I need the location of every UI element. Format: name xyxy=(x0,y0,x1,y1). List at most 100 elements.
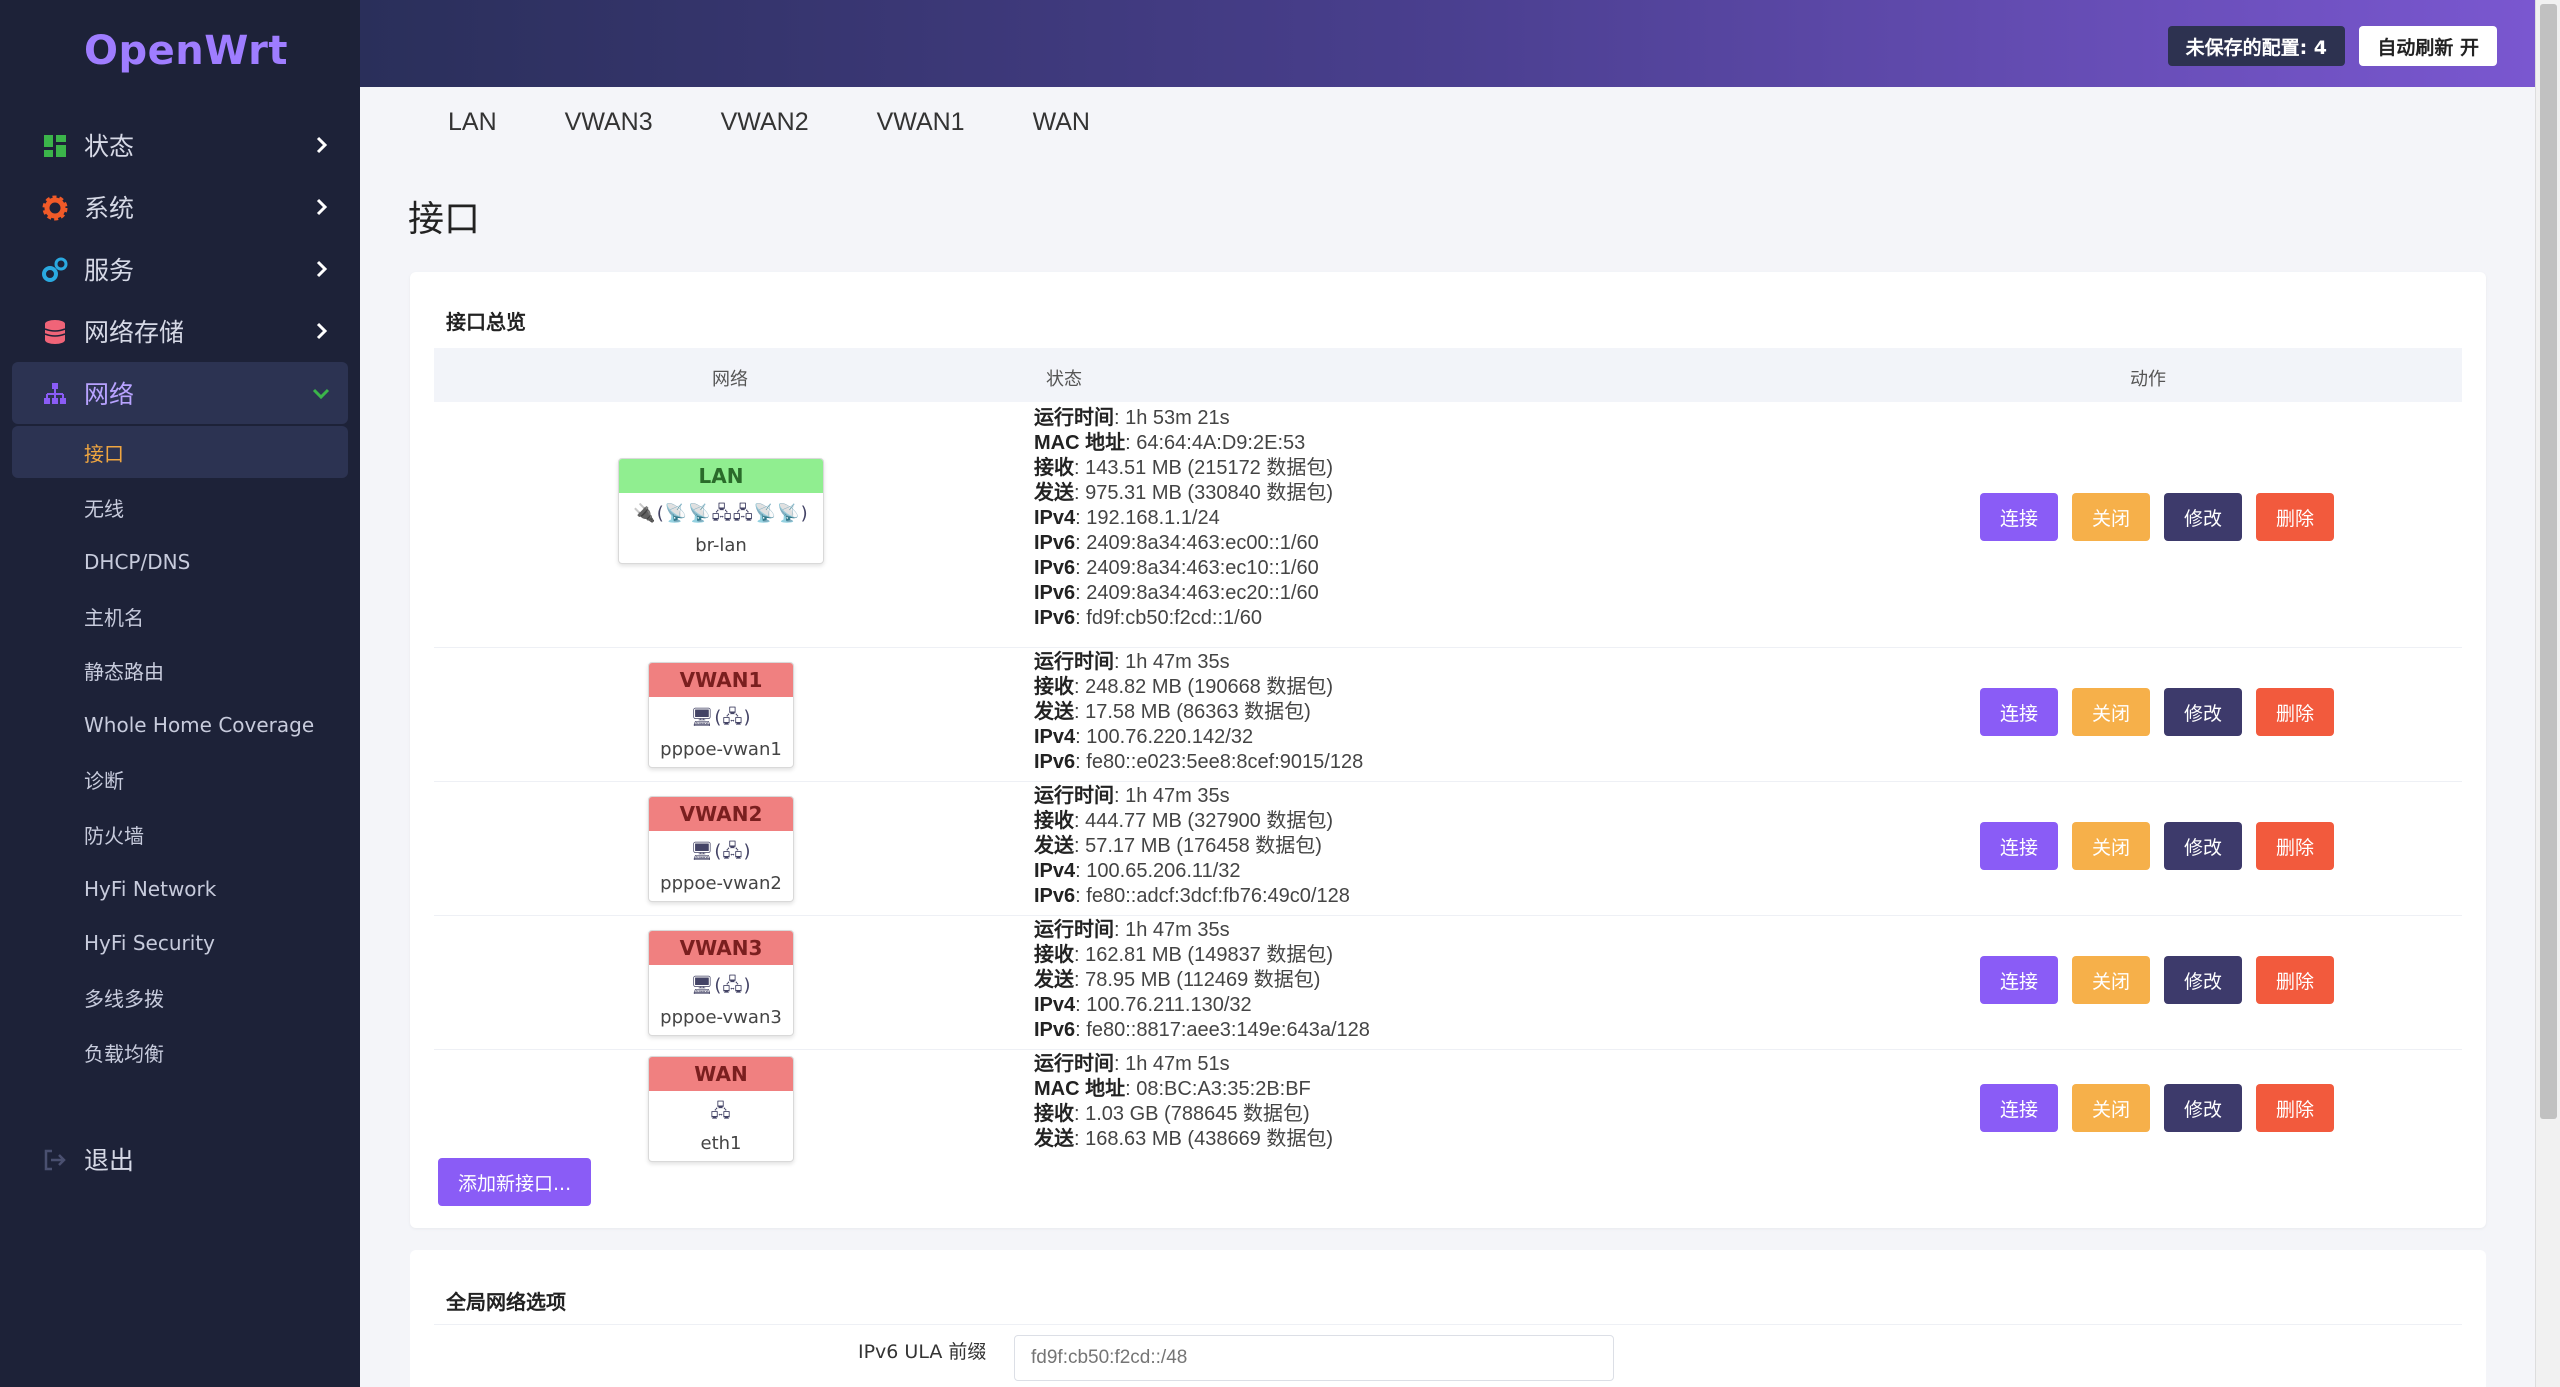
interface-device-icons: 🖥(🖧) xyxy=(690,975,752,996)
delete-button[interactable]: 删除 xyxy=(2256,493,2334,541)
auto-refresh-toggle[interactable]: 自动刷新 开 xyxy=(2359,26,2497,66)
divider xyxy=(434,1324,2462,1325)
edit-button[interactable]: 修改 xyxy=(2164,1084,2242,1132)
edit-button[interactable]: 修改 xyxy=(2164,956,2242,1004)
submenu-item-static-routes[interactable]: 静态路由 xyxy=(0,644,360,699)
sidebar-item-label: 网络存储 xyxy=(84,318,185,347)
chevron-right-icon xyxy=(316,260,328,278)
connect-button[interactable]: 连接 xyxy=(1980,493,2058,541)
ula-prefix-label: IPv6 ULA 前缀 xyxy=(858,1341,987,1363)
stop-button[interactable]: 关闭 xyxy=(2072,1084,2150,1132)
interface-device: eth1 xyxy=(700,1133,742,1154)
submenu-item-hyfi-network[interactable]: HyFi Network xyxy=(0,862,360,917)
sidebar-item-label: 系统 xyxy=(84,194,135,223)
services-icon xyxy=(42,257,68,282)
table-row: VWAN2 🖥(🖧) pppoe-vwan2 运行时间: 1h 47m 35s … xyxy=(434,782,2462,916)
delete-button[interactable]: 删除 xyxy=(2256,822,2334,870)
table-row: LAN 🔌(📡📡🖧🖧📡📡) br-lan 运行时间: 1h 53m 21s MA… xyxy=(434,404,2462,648)
sidebar-item-status[interactable]: 状态 xyxy=(0,114,360,176)
interface-name: VWAN1 xyxy=(649,663,793,697)
submenu-item-dhcp-dns[interactable]: DHCP/DNS xyxy=(0,535,360,590)
row-actions: 连接 关闭 修改 删除 xyxy=(1980,688,2348,736)
delete-button[interactable]: 删除 xyxy=(2256,1084,2334,1132)
sidebar-item-system[interactable]: 系统 xyxy=(0,176,360,238)
interface-device-icons: 🖧 xyxy=(710,1101,732,1122)
interface-name: WAN xyxy=(649,1057,793,1091)
tab-vwan1[interactable]: VWAN1 xyxy=(877,108,965,137)
stop-button[interactable]: 关闭 xyxy=(2072,822,2150,870)
scrollbar-thumb[interactable] xyxy=(2540,4,2557,1119)
openwrt-logo[interactable]: OpenWrt xyxy=(84,28,288,74)
interface-device-icons: 🖥(🖧) xyxy=(690,841,752,862)
network-submenu: 接口 无线 DHCP/DNS 主机名 静态路由 Whole Home Cover… xyxy=(0,426,360,1080)
unsaved-changes-badge[interactable]: 未保存的配置: 4 xyxy=(2167,26,2345,66)
connect-button[interactable]: 连接 xyxy=(1980,1084,2058,1132)
submenu-item-hyfi-security[interactable]: HyFi Security xyxy=(0,916,360,971)
add-interface-button[interactable]: 添加新接口... xyxy=(438,1158,592,1206)
edit-button[interactable]: 修改 xyxy=(2164,493,2242,541)
submenu-item-hostnames[interactable]: 主机名 xyxy=(0,589,360,644)
table-row: WAN 🖧 eth1 运行时间: 1h 47m 51s MAC 地址: 08:B… xyxy=(434,1050,2462,1162)
sidebar-item-services[interactable]: 服务 xyxy=(0,238,360,300)
chevron-right-icon xyxy=(316,322,328,340)
row-actions: 连接 关闭 修改 删除 xyxy=(1980,1084,2348,1132)
ula-prefix-input[interactable] xyxy=(1014,1335,1614,1381)
logout-icon xyxy=(44,1149,66,1171)
interface-status: 运行时间: 1h 53m 21s MAC 地址: 64:64:4A:D9:2E:… xyxy=(1034,407,1334,629)
table-row: VWAN3 🖥(🖧) pppoe-vwan3 运行时间: 1h 47m 35s … xyxy=(434,916,2462,1050)
tab-lan[interactable]: LAN xyxy=(448,108,497,137)
column-header-actions: 动作 xyxy=(2130,369,2166,390)
interface-badge-lan[interactable]: LAN 🔌(📡📡🖧🖧📡📡) br-lan xyxy=(618,458,824,564)
table-header: 网络 状态 动作 xyxy=(434,348,2462,402)
submenu-item-whole-home[interactable]: Whole Home Coverage xyxy=(0,698,360,753)
stop-button[interactable]: 关闭 xyxy=(2072,688,2150,736)
interface-badge-vwan3[interactable]: VWAN3 🖥(🖧) pppoe-vwan3 xyxy=(648,930,794,1036)
top-header: 未保存的配置: 4 自动刷新 开 xyxy=(360,0,2535,87)
interface-device: pppoe-vwan2 xyxy=(660,873,782,894)
tab-wan[interactable]: WAN xyxy=(1033,108,1090,137)
submenu-item-firewall[interactable]: 防火墙 xyxy=(0,807,360,862)
interface-badge-wan[interactable]: WAN 🖧 eth1 xyxy=(648,1056,794,1162)
section-title: 接口总览 xyxy=(446,310,526,334)
interface-device: pppoe-vwan1 xyxy=(660,739,782,760)
chevron-right-icon xyxy=(316,198,328,216)
sidebar-item-storage[interactable]: 网络存储 xyxy=(0,300,360,362)
submenu-item-wireless[interactable]: 无线 xyxy=(0,480,360,535)
sidebar-item-network[interactable]: 网络 xyxy=(12,362,348,424)
interface-badge-vwan2[interactable]: VWAN2 🖥(🖧) pppoe-vwan2 xyxy=(648,796,794,902)
page-scrollbar[interactable] xyxy=(2535,0,2560,1387)
interface-status: 运行时间: 1h 47m 35s 接收: 444.77 MB (327900 数… xyxy=(1034,785,1350,907)
connect-button[interactable]: 连接 xyxy=(1980,688,2058,736)
logout-button[interactable]: 退出 xyxy=(0,1128,360,1190)
interface-status: 运行时间: 1h 47m 51s MAC 地址: 08:BC:A3:35:2B:… xyxy=(1034,1053,1334,1150)
tab-vwan3[interactable]: VWAN3 xyxy=(565,108,653,137)
sidebar-item-label: 服务 xyxy=(84,256,135,285)
interface-tabs: LAN VWAN3 VWAN2 VWAN1 WAN xyxy=(448,108,1158,137)
delete-button[interactable]: 删除 xyxy=(2256,688,2334,736)
row-actions: 连接 关闭 修改 删除 xyxy=(1980,956,2348,1004)
tab-vwan2[interactable]: VWAN2 xyxy=(721,108,809,137)
sidebar-item-label: 网络 xyxy=(84,380,135,409)
edit-button[interactable]: 修改 xyxy=(2164,688,2242,736)
stop-button[interactable]: 关闭 xyxy=(2072,956,2150,1004)
column-header-network: 网络 xyxy=(712,369,748,390)
gear-icon xyxy=(42,195,68,221)
interface-badge-vwan1[interactable]: VWAN1 🖥(🖧) pppoe-vwan1 xyxy=(648,662,794,768)
submenu-item-diagnostics[interactable]: 诊断 xyxy=(0,753,360,808)
edit-button[interactable]: 修改 xyxy=(2164,822,2242,870)
sidebar-item-label: 状态 xyxy=(84,132,135,161)
delete-button[interactable]: 删除 xyxy=(2256,956,2334,1004)
submenu-item-interfaces[interactable]: 接口 xyxy=(12,426,348,478)
submenu-item-load-balance[interactable]: 负载均衡 xyxy=(0,1025,360,1080)
column-header-status: 状态 xyxy=(1046,369,1082,390)
row-actions: 连接 关闭 修改 删除 xyxy=(1980,493,2348,541)
connect-button[interactable]: 连接 xyxy=(1980,956,2058,1004)
interface-device-icons: 🔌(📡📡🖧🖧📡📡) xyxy=(633,503,809,524)
connect-button[interactable]: 连接 xyxy=(1980,822,2058,870)
interface-device: br-lan xyxy=(695,535,747,556)
chevron-right-icon xyxy=(316,136,328,154)
submenu-item-multiwan[interactable]: 多线多拨 xyxy=(0,971,360,1026)
interface-device-icons: 🖥(🖧) xyxy=(690,707,752,728)
interface-name: LAN xyxy=(619,459,823,493)
stop-button[interactable]: 关闭 xyxy=(2072,493,2150,541)
